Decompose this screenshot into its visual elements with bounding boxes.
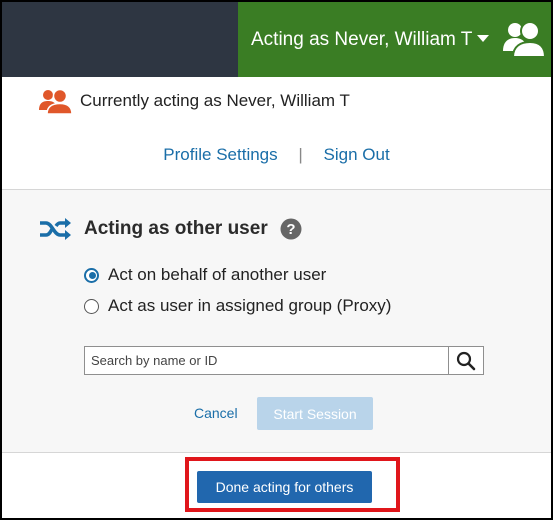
caret-down-icon[interactable] <box>477 35 489 42</box>
radio-act-on-behalf[interactable] <box>84 267 99 283</box>
option-act-as-proxy[interactable]: Act as user in assigned group (Proxy) <box>84 296 391 316</box>
option-act-on-behalf[interactable]: Act on behalf of another user <box>84 265 326 285</box>
acting-as-label: Acting as Never, William T <box>251 28 473 50</box>
section-title: Acting as other user <box>84 218 268 239</box>
start-session-button[interactable]: Start Session <box>257 397 373 430</box>
user-search <box>84 346 484 375</box>
acting-as-menu[interactable]: Acting as Never, William T <box>238 2 551 77</box>
search-icon <box>456 351 476 370</box>
svg-text:?: ? <box>286 221 295 238</box>
users-icon <box>503 21 545 58</box>
search-button[interactable] <box>448 347 483 374</box>
users-icon <box>39 88 72 115</box>
acting-as-panel: Acting as Never, William T Currently act… <box>0 0 553 520</box>
sign-out-link[interactable]: Sign Out <box>324 145 390 164</box>
question-circle-icon[interactable]: ? <box>280 218 302 240</box>
acting-as-other-user-section: Acting as other user ? Act on behalf of … <box>2 189 551 453</box>
current-user-text: Currently acting as Never, William T <box>80 91 350 110</box>
radio-act-as-proxy[interactable] <box>84 298 99 314</box>
shuffle-icon <box>40 218 71 240</box>
search-input[interactable] <box>85 347 448 374</box>
profile-settings-link[interactable]: Profile Settings <box>163 145 277 164</box>
current-user-status: Currently acting as Never, William T <box>38 87 350 115</box>
option-label: Act as user in assigned group (Proxy) <box>108 296 392 315</box>
done-acting-button[interactable]: Done acting for others <box>197 471 372 503</box>
option-label: Act on behalf of another user <box>108 265 327 284</box>
account-links: Profile Settings | Sign Out <box>2 145 551 165</box>
links-separator: | <box>298 145 303 164</box>
top-bar: Acting as Never, William T <box>2 2 551 77</box>
cancel-link[interactable]: Cancel <box>194 405 238 421</box>
section-header: Acting as other user ? <box>38 216 302 242</box>
